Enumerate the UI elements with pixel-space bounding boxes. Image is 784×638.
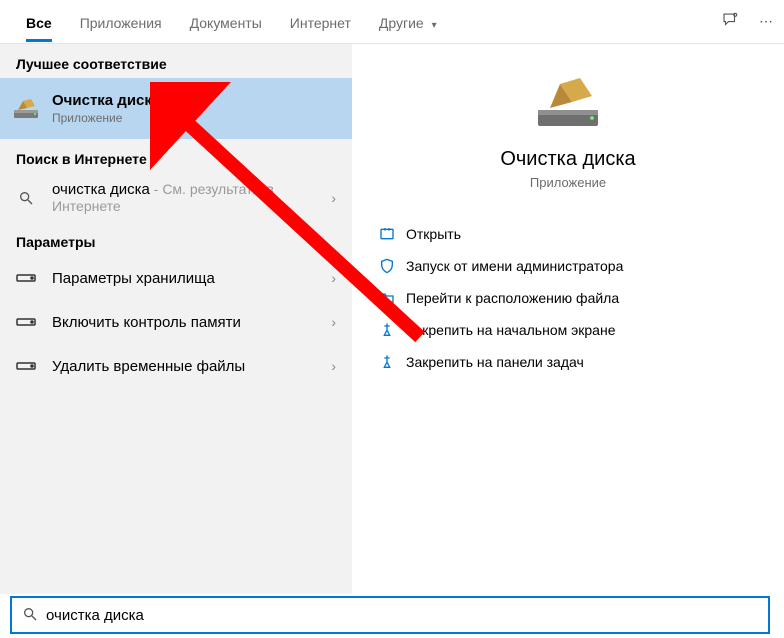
details-actions: Открыть Запуск от имени администратора П… [352,218,784,378]
tab-apps[interactable]: Приложения [66,3,176,41]
feedback-icon[interactable] [712,11,748,32]
details-panel: Очистка диска Приложение Открыть Запуск … [352,44,784,594]
setting-delete-temp[interactable]: Удалить временные файлы › [0,344,352,388]
results-panel: Лучшее соответствие Очистка диска Прилож… [0,44,352,594]
storage-icon [12,264,40,292]
details-type: Приложение [530,175,606,190]
shield-icon [376,258,398,274]
action-label: Закрепить на панели задач [406,354,584,370]
more-options-icon[interactable]: ⋯ [748,13,784,30]
settings-header: Параметры [0,222,352,256]
action-label: Запуск от имени администратора [406,258,623,274]
setting-label: Параметры хранилища [52,270,327,287]
chevron-down-icon: ▾ [432,20,437,31]
disk-cleanup-icon [12,95,40,123]
web-search-result[interactable]: очистка диска - См. результаты в Интерне… [0,173,352,222]
setting-storage-sense[interactable]: Включить контроль памяти › [0,300,352,344]
storage-icon [12,308,40,336]
details-title: Очистка диска [500,148,635,171]
setting-storage-params[interactable]: Параметры хранилища › [0,256,352,300]
chevron-right-icon: › [327,314,340,330]
search-icon [12,184,40,212]
best-match-result[interactable]: Очистка диска Приложение [0,78,352,139]
action-run-as-admin[interactable]: Запуск от имени администратора [372,250,764,282]
action-label: Открыть [406,226,461,242]
tab-documents[interactable]: Документы [176,3,276,41]
action-open[interactable]: Открыть [372,218,764,250]
tab-other-label: Другие [379,15,424,31]
chevron-right-icon: › [327,358,340,374]
chevron-right-icon: › [327,190,340,206]
tab-other[interactable]: Другие ▾ [365,3,451,41]
best-match-title: Очистка диска [52,92,340,109]
pin-icon [376,322,398,338]
search-input[interactable] [46,607,758,624]
action-label: Перейти к расположению файла [406,290,619,306]
open-icon [376,226,398,242]
best-match-subtitle: Приложение [52,111,340,125]
pin-icon [376,354,398,370]
disk-cleanup-large-icon [532,76,604,130]
tab-web[interactable]: Интернет [276,3,365,41]
setting-label: Удалить временные файлы [52,358,327,375]
tab-all[interactable]: Все [12,3,66,41]
action-pin-taskbar[interactable]: Закрепить на панели задач [372,346,764,378]
web-search-header: Поиск в Интернете [0,139,352,173]
chevron-right-icon: › [327,270,340,286]
search-bar[interactable] [10,596,770,634]
web-result-dash: - [150,181,162,197]
search-icon [22,606,38,625]
web-result-title: очистка диска [52,181,150,198]
search-tabs: Все Приложения Документы Интернет Другие… [0,0,784,44]
setting-label: Включить контроль памяти [52,314,327,331]
action-label: Закрепить на начальном экране [406,322,616,338]
action-open-location[interactable]: Перейти к расположению файла [372,282,764,314]
best-match-header: Лучшее соответствие [0,44,352,78]
action-pin-start[interactable]: Закрепить на начальном экране [372,314,764,346]
storage-icon [12,352,40,380]
folder-icon [376,290,398,306]
